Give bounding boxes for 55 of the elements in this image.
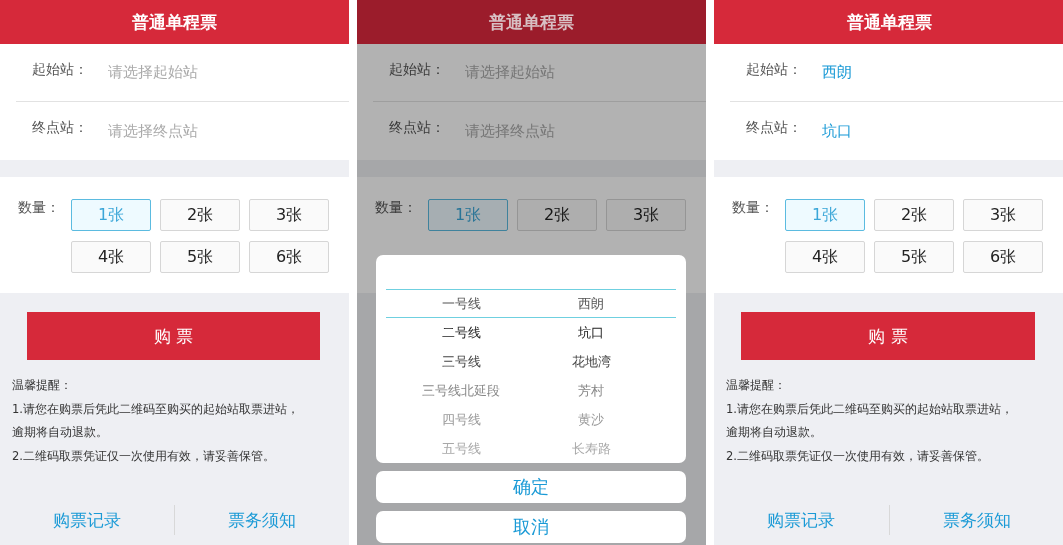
notice-text: 逾期将自动退款。 — [12, 424, 109, 441]
station-field[interactable]: 请选择起始站 — [465, 63, 555, 82]
footer-link[interactable]: 购票记录 — [0, 508, 174, 532]
notice-title: 温馨提醒： — [12, 377, 73, 394]
footer-link[interactable]: 票务须知 — [889, 508, 1063, 532]
picker-row[interactable]: 三号线北延段 芳村 — [386, 376, 676, 405]
notice-title: 温馨提醒： — [726, 377, 787, 394]
station-field[interactable]: 请选择终点站 — [465, 121, 555, 141]
screen-title: 普通单程票 — [846, 10, 932, 34]
footer-link[interactable]: 购票记录 — [714, 508, 889, 532]
confirm-button[interactable]: 确定 — [376, 471, 686, 503]
buy-button[interactable]: 购 票 — [27, 312, 320, 360]
notice-text: 2.二维码取票凭证仅一次使用有效，请妥善保管。 — [726, 447, 990, 465]
station-field[interactable]: 请选择终点站 — [108, 121, 198, 141]
field-label: 起始站： — [388, 60, 446, 79]
station-field[interactable]: 请选择起始站 — [108, 63, 198, 82]
quantity-option[interactable]: 1张 — [428, 199, 508, 231]
picker-row[interactable]: 五号线 长寿路 — [386, 434, 676, 463]
quantity-option[interactable]: 3张 — [606, 199, 686, 231]
field-label: 终点站： — [388, 119, 446, 137]
quantity-option[interactable]: 4张 — [785, 241, 865, 273]
picker-row[interactable]: 一号线 西朗 — [386, 289, 676, 318]
quantity-option[interactable]: 4张 — [71, 241, 151, 273]
screen-title: 普通单程票 — [132, 10, 217, 34]
quantity-option[interactable]: 6张 — [249, 241, 329, 273]
quantity-option[interactable]: 1张 — [785, 199, 865, 231]
station-field[interactable]: 西朗 — [822, 63, 852, 82]
field-label: 起始站： — [31, 60, 89, 79]
quantity-option[interactable]: 2张 — [874, 199, 954, 231]
quantity-label: 数量： — [18, 199, 61, 217]
notice-text: 2.二维码取票凭证仅一次使用有效，请妥善保管。 — [12, 447, 276, 465]
station-field[interactable]: 坑口 — [822, 121, 852, 141]
notice-text: 1.请您在购票后凭此二维码至购买的起始站取票进站， — [12, 400, 300, 418]
footer-link[interactable]: 票务须知 — [175, 508, 349, 532]
field-label: 起始站： — [745, 60, 803, 79]
quantity-option[interactable]: 2张 — [517, 199, 597, 231]
quantity-option[interactable]: 1张 — [71, 199, 151, 231]
picker-row[interactable]: 三号线 花地湾 — [386, 347, 676, 376]
picker-row[interactable]: 二号线 坑口 — [386, 318, 676, 347]
field-label: 终点站： — [31, 119, 89, 137]
notice-text: 1.请您在购票后凭此二维码至购买的起始站取票进站， — [726, 400, 1014, 418]
field-label: 终点站： — [745, 119, 803, 137]
quantity-option[interactable]: 3张 — [963, 199, 1043, 231]
quantity-option[interactable]: 6张 — [963, 241, 1043, 273]
screen-title: 普通单程票 — [489, 10, 574, 34]
picker-row[interactable]: 四号线 黄沙 — [386, 405, 676, 434]
buy-button[interactable]: 购 票 — [741, 312, 1035, 360]
quantity-label: 数量： — [375, 199, 418, 217]
quantity-option[interactable]: 5张 — [874, 241, 954, 273]
cancel-button[interactable]: 取消 — [376, 511, 686, 543]
quantity-option[interactable]: 2张 — [160, 199, 240, 231]
quantity-option[interactable]: 3张 — [249, 199, 329, 231]
quantity-label: 数量： — [732, 199, 775, 217]
quantity-option[interactable]: 5张 — [160, 241, 240, 273]
notice-text: 逾期将自动退款。 — [726, 424, 823, 441]
